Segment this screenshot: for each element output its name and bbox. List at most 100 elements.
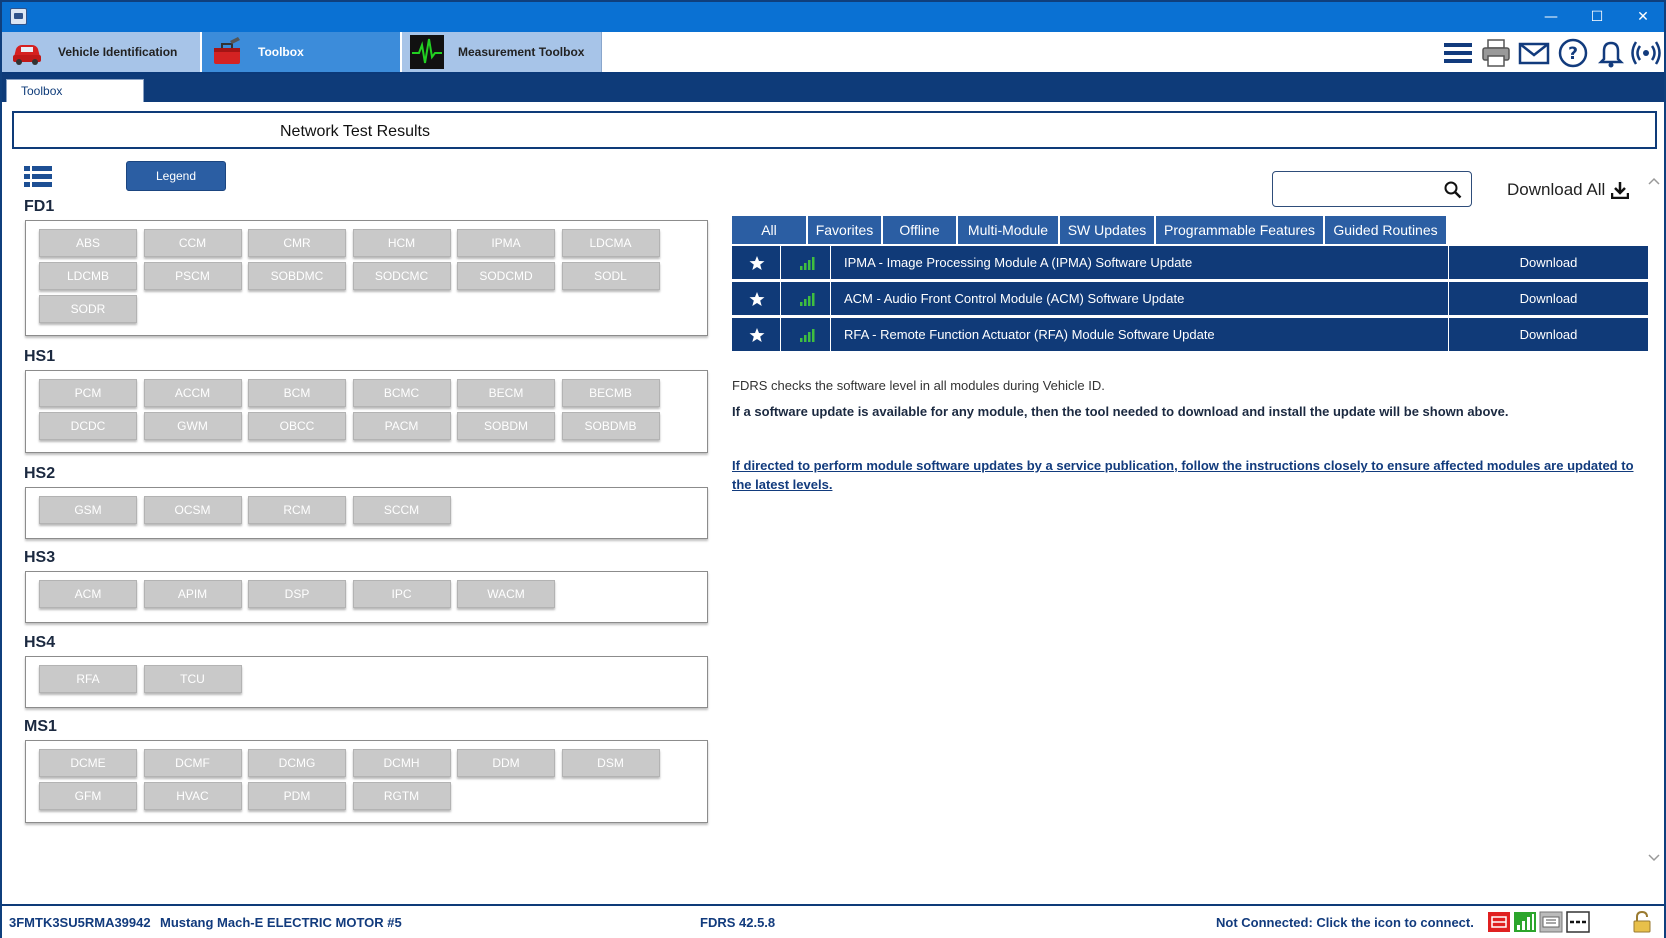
module-button-sodl[interactable]: SODL xyxy=(561,262,660,290)
filter-tab-sw-updates[interactable]: SW Updates xyxy=(1060,216,1155,244)
download-icon xyxy=(1611,182,1630,199)
download-all-button[interactable]: Download All xyxy=(1507,177,1630,203)
module-button-sobdmb[interactable]: SOBDMB xyxy=(561,412,660,440)
update-title: RFA - Remote Function Actuator (RFA) Mod… xyxy=(844,327,1215,342)
module-button-sodcmc[interactable]: SODCMC xyxy=(352,262,451,290)
favorite-cell[interactable] xyxy=(732,246,781,279)
module-button-dcmh[interactable]: DCMH xyxy=(352,749,451,777)
module-button-acm[interactable]: ACM xyxy=(39,580,137,608)
module-button-dcdc[interactable]: DCDC xyxy=(39,412,137,440)
close-button[interactable]: ✕ xyxy=(1620,2,1666,32)
search-input[interactable] xyxy=(1273,172,1438,206)
module-button-rgtm[interactable]: RGTM xyxy=(352,782,451,810)
module-button-sobdm[interactable]: SOBDM xyxy=(457,412,555,440)
list-view-icon[interactable] xyxy=(24,165,52,189)
filter-tab-all[interactable]: All xyxy=(732,216,807,244)
module-button-dsm[interactable]: DSM xyxy=(561,749,660,777)
signal-cell xyxy=(782,246,831,279)
module-button-rcm[interactable]: RCM xyxy=(248,496,346,524)
module-button-dcmg[interactable]: DCMG xyxy=(248,749,346,777)
module-button-gwm[interactable]: GWM xyxy=(143,412,242,440)
tab-label: Toolbox xyxy=(258,45,304,59)
fdrs-window: — ☐ ✕ Vehicle Identification Toolbox Mea… xyxy=(0,0,1666,938)
module-button-gsm[interactable]: GSM xyxy=(39,496,137,524)
module-button-wacm[interactable]: WACM xyxy=(457,580,555,608)
legend-button[interactable]: Legend xyxy=(126,161,226,191)
download-button[interactable]: Download xyxy=(1448,246,1648,279)
favorite-cell[interactable] xyxy=(732,318,781,351)
tab-vehicle-identification[interactable]: Vehicle Identification xyxy=(2,32,200,72)
module-button-bcm[interactable]: BCM xyxy=(248,379,346,407)
update-title: ACM - Audio Front Control Module (ACM) S… xyxy=(844,291,1185,306)
module-button-ccm[interactable]: CCM xyxy=(143,229,242,257)
tab-measurement-toolbox[interactable]: Measurement Toolbox xyxy=(402,32,602,72)
mail-icon[interactable] xyxy=(1518,37,1550,69)
module-button-ocsm[interactable]: OCSM xyxy=(143,496,242,524)
module-button-pscm[interactable]: PSCM xyxy=(143,262,242,290)
module-button-sccm[interactable]: SCCM xyxy=(352,496,451,524)
module-button-pdm[interactable]: PDM xyxy=(248,782,346,810)
status-bar: 3FMTK3SU5RMA39942 Mustang Mach-E ELECTRI… xyxy=(2,904,1664,938)
module-button-gfm[interactable]: GFM xyxy=(39,782,137,810)
signal-broadcast-icon[interactable] xyxy=(1630,37,1662,69)
maximize-button[interactable]: ☐ xyxy=(1574,2,1620,32)
module-button-ddm[interactable]: DDM xyxy=(457,749,555,777)
help-icon[interactable]: ? xyxy=(1557,37,1589,69)
signal-strength-icon xyxy=(800,257,815,270)
module-button-hvac[interactable]: HVAC xyxy=(143,782,242,810)
usb-dash-icon[interactable] xyxy=(1566,911,1590,933)
module-button-sodcmd[interactable]: SODCMD xyxy=(457,262,555,290)
download-button[interactable]: Download xyxy=(1448,282,1648,315)
scroll-up-arrow[interactable] xyxy=(1647,176,1661,186)
module-button-hcm[interactable]: HCM xyxy=(352,229,451,257)
module-button-tcu[interactable]: TCU xyxy=(143,665,242,693)
module-button-dsp[interactable]: DSP xyxy=(248,580,346,608)
module-button-ldcmb[interactable]: LDCMB xyxy=(39,262,137,290)
filter-tab-favorites[interactable]: Favorites xyxy=(808,216,882,244)
search-icon[interactable] xyxy=(1444,181,1462,199)
module-button-sodr[interactable]: SODR xyxy=(39,295,137,323)
module-button-pcm[interactable]: PCM xyxy=(39,379,137,407)
bus-group-ms1: DCME DCMF DCMG DCMH DDM DSM GFM HVAC PDM RGTM xyxy=(25,740,708,823)
module-button-becm[interactable]: BECM xyxy=(457,379,555,407)
service-publication-link[interactable]: If directed to perform module software u… xyxy=(732,456,1644,494)
module-button-dcmf[interactable]: DCMF xyxy=(143,749,242,777)
module-button-ldcma[interactable]: LDCMA xyxy=(561,229,660,257)
filter-tab-offline[interactable]: Offline xyxy=(883,216,957,244)
module-button-ipma[interactable]: IPMA xyxy=(457,229,555,257)
tab-toolbox[interactable]: Toolbox xyxy=(202,32,400,72)
tab-toolbox-sub[interactable]: Toolbox xyxy=(6,79,144,102)
module-button-obcc[interactable]: OBCC xyxy=(248,412,346,440)
scroll-down-arrow[interactable] xyxy=(1647,853,1661,863)
module-button-pacm[interactable]: PACM xyxy=(352,412,451,440)
printer-icon[interactable] xyxy=(1480,37,1512,69)
download-button[interactable]: Download xyxy=(1448,318,1648,351)
signal-cell xyxy=(782,282,831,315)
module-button-cmr[interactable]: CMR xyxy=(248,229,346,257)
module-button-becmb[interactable]: BECMB xyxy=(561,379,660,407)
ethernet-icon[interactable] xyxy=(1539,911,1563,933)
filter-tab-guided-routines[interactable]: Guided Routines xyxy=(1325,216,1447,244)
module-button-accm[interactable]: ACCM xyxy=(143,379,242,407)
fdrs-app-icon xyxy=(10,8,27,25)
module-button-apim[interactable]: APIM xyxy=(143,580,242,608)
minimize-button[interactable]: — xyxy=(1528,2,1574,32)
waveform-icon xyxy=(410,35,444,69)
module-button-dcme[interactable]: DCME xyxy=(39,749,137,777)
module-button-sobdmc[interactable]: SOBDMC xyxy=(248,262,346,290)
menu-icon[interactable] xyxy=(1442,37,1474,69)
bus-label-hs1: HS1 xyxy=(24,348,56,365)
wifi-signal-icon[interactable] xyxy=(1513,911,1537,933)
module-button-abs[interactable]: ABS xyxy=(39,229,137,257)
bell-icon[interactable] xyxy=(1595,37,1627,69)
module-button-bcmc[interactable]: BCMC xyxy=(352,379,451,407)
module-button-ipc[interactable]: IPC xyxy=(352,580,451,608)
bus-group-hs4: RFA TCU xyxy=(25,656,708,708)
module-button-rfa[interactable]: RFA xyxy=(39,665,137,693)
filter-tab-programmable-features[interactable]: Programmable Features xyxy=(1156,216,1324,244)
filter-tab-multi-module[interactable]: Multi-Module xyxy=(958,216,1059,244)
vci-disconnected-icon[interactable] xyxy=(1487,911,1511,933)
favorite-cell[interactable] xyxy=(732,282,781,315)
page-title: Network Test Results xyxy=(280,123,430,140)
lock-icon[interactable] xyxy=(1631,911,1653,933)
